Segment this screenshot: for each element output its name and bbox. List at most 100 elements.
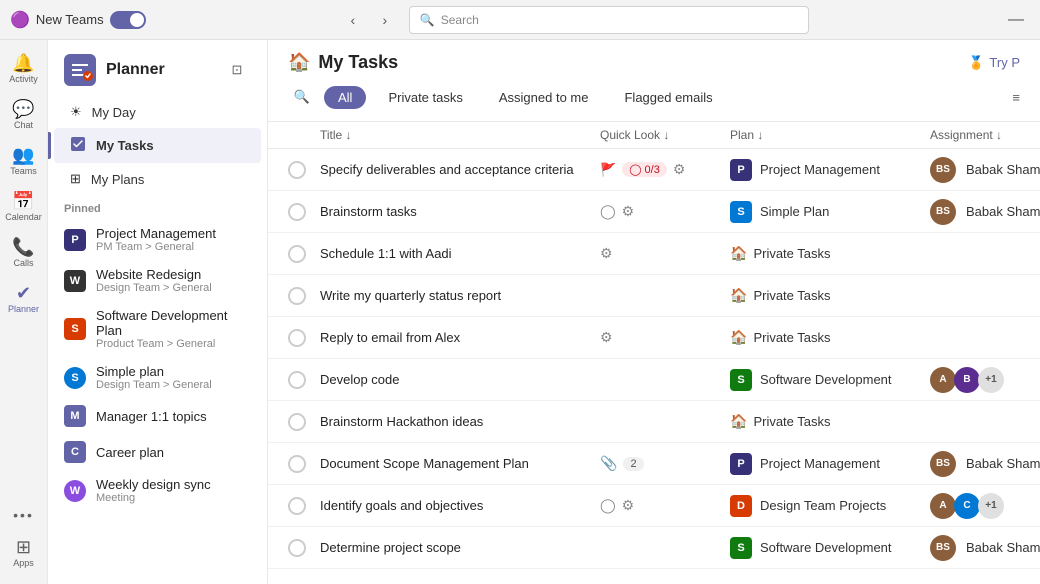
plan-cell: SSimple Plan: [730, 201, 930, 223]
plan-name: Software Development: [760, 540, 892, 555]
plan-icon: S: [730, 369, 752, 391]
task-complete-circle[interactable]: [288, 161, 306, 179]
task-complete-circle[interactable]: [288, 287, 306, 305]
try-premium-button[interactable]: 🏅 Try P: [968, 55, 1020, 71]
col-quicklook[interactable]: Quick Look ↓: [600, 128, 730, 142]
pinned-item-manager-1on1[interactable]: M Manager 1:1 topics: [48, 398, 267, 434]
pinned-item-weekly-design-sync[interactable]: W Weekly design sync Meeting: [48, 470, 267, 511]
nav-item-my-plans[interactable]: ⊞ My Plans: [54, 163, 261, 195]
task-title[interactable]: Determine project scope: [320, 540, 600, 555]
sidebar-item-apps[interactable]: ⊞ Apps: [2, 532, 46, 574]
pinned-item-website-redesign[interactable]: W Website Redesign Design Team > General: [48, 260, 267, 301]
planner-icon: ✔: [16, 284, 31, 302]
settings-icon[interactable]: ⚙: [622, 203, 635, 220]
pinned-label: Pinned: [48, 195, 267, 219]
task-complete-circle[interactable]: [288, 371, 306, 389]
task-complete-circle[interactable]: [288, 413, 306, 431]
avatar-extra: +1: [978, 367, 1004, 393]
sidebar-item-planner[interactable]: ✔ Planner: [2, 278, 46, 320]
avatar: BS: [930, 157, 956, 183]
task-complete-circle[interactable]: [288, 245, 306, 263]
activity-label: Activity: [9, 74, 38, 84]
filter-chip-assigned[interactable]: Assigned to me: [485, 86, 603, 109]
plan-cell: D Design Team Projects: [730, 495, 930, 517]
weekly-design-sync-name: Weekly design sync: [96, 477, 211, 492]
sidebar-item-more[interactable]: •••: [2, 502, 46, 528]
filter-search-button[interactable]: 🔍: [288, 83, 316, 111]
settings-icon[interactable]: ⚙: [600, 329, 613, 346]
table-row: Specify deliverables and acceptance crit…: [268, 149, 1040, 191]
settings-icon[interactable]: ⚙: [622, 497, 635, 514]
task-title[interactable]: Specify deliverables and acceptance crit…: [320, 162, 600, 177]
task-complete-circle[interactable]: [288, 329, 306, 347]
pinned-item-career-plan[interactable]: C Career plan: [48, 434, 267, 470]
task-title[interactable]: Develop code: [320, 372, 600, 387]
avatar: BS: [930, 451, 956, 477]
task-title[interactable]: Reply to email from Alex: [320, 330, 600, 345]
plan-cell: PProject Management: [730, 453, 930, 475]
sidebar-item-calls[interactable]: 📞 Calls: [2, 232, 46, 274]
planner-logo: [64, 54, 96, 86]
task-title[interactable]: Schedule 1:1 with Aadi: [320, 246, 600, 261]
filter-chip-all[interactable]: All: [324, 86, 366, 109]
assignment-cell: BS Babak Shammas: [930, 535, 1040, 561]
col-title[interactable]: Title ↓: [320, 128, 600, 142]
sidebar-expand-button[interactable]: ⊡: [223, 56, 251, 84]
sidebar-item-chat[interactable]: 💬 Chat: [2, 94, 46, 136]
app-brand: 🟣 New Teams: [10, 10, 146, 30]
nav-item-my-day[interactable]: ☀ My Day: [54, 96, 261, 128]
task-complete-circle[interactable]: [288, 497, 306, 515]
filter-options-button[interactable]: ≡: [1012, 90, 1020, 105]
back-button[interactable]: ‹: [339, 6, 367, 34]
add-task-row[interactable]: ＋ Add new task: [268, 569, 1040, 584]
task-title[interactable]: Brainstorm Hackathon ideas: [320, 414, 600, 429]
nav-item-my-tasks[interactable]: My Tasks: [54, 128, 261, 163]
filter-chip-flagged[interactable]: Flagged emails: [610, 86, 726, 109]
settings-icon[interactable]: ⚙: [673, 161, 686, 178]
new-teams-toggle[interactable]: [110, 11, 146, 29]
sidebar-item-activity[interactable]: 🔔 Activity: [2, 48, 46, 90]
project-management-sub: PM Team > General: [96, 241, 216, 253]
more-icon: •••: [13, 508, 34, 522]
software-dev-plan-sub: Product Team > General: [96, 338, 251, 350]
pinned-item-project-management[interactable]: P Project Management PM Team > General: [48, 219, 267, 260]
col-plan[interactable]: Plan ↓: [730, 128, 930, 142]
plan-icon: D: [730, 495, 752, 517]
task-title[interactable]: Identify goals and objectives: [320, 498, 600, 513]
quick-look-cell: 📎2: [600, 455, 730, 472]
table-row: Schedule 1:1 with Aadi⚙🏠Private Tasks: [268, 233, 1040, 275]
assignment-cell: BSBabak Shammas: [930, 157, 1040, 183]
assignee-name: Babak Shammas: [966, 540, 1040, 555]
sidebar-item-calendar[interactable]: 📅 Calendar: [2, 186, 46, 228]
pinned-item-simple-plan[interactable]: S Simple plan Design Team > General: [48, 357, 267, 398]
pinned-item-software-dev-plan[interactable]: S Software Development Plan Product Team…: [48, 301, 267, 357]
software-dev-plan-icon: S: [64, 318, 86, 340]
avatar: BS: [930, 535, 956, 561]
task-title[interactable]: Write my quarterly status report: [320, 288, 600, 303]
task-complete-circle[interactable]: [288, 455, 306, 473]
private-icon: 🏠: [730, 245, 747, 262]
assignment-cell: BSBabak Shammas: [930, 451, 1040, 477]
task-title[interactable]: Document Scope Management Plan: [320, 456, 600, 471]
task-complete-circle[interactable]: [288, 539, 306, 557]
col-assignment[interactable]: Assignment ↓: [930, 128, 1040, 142]
my-day-icon: ☀: [70, 104, 82, 120]
teams-icon: 👥: [12, 146, 34, 164]
plan-name: Design Team Projects: [760, 498, 886, 513]
search-icon: 🔍: [420, 13, 435, 27]
calls-icon: 📞: [12, 238, 34, 256]
settings-icon[interactable]: ⚙: [600, 245, 613, 262]
left-nav: 🔔 Activity 💬 Chat 👥 Teams 📅 Calendar 📞 C…: [0, 40, 48, 584]
sidebar-item-teams[interactable]: 👥 Teams: [2, 140, 46, 182]
quick-look-cell: ⚙: [600, 245, 730, 262]
assignment-cell: AB+1: [930, 367, 1040, 393]
forward-button[interactable]: ›: [371, 6, 399, 34]
quick-look-cell: ⚙: [600, 329, 730, 346]
filter-chip-private[interactable]: Private tasks: [374, 86, 476, 109]
task-title[interactable]: Brainstorm tasks: [320, 204, 600, 219]
table-row: Document Scope Management Plan📎2PProject…: [268, 443, 1040, 485]
minimize-button[interactable]: —: [1002, 6, 1030, 34]
task-complete-circle[interactable]: [288, 203, 306, 221]
search-bar[interactable]: 🔍 Search: [409, 6, 809, 34]
circle-icon: ◯: [600, 497, 616, 514]
